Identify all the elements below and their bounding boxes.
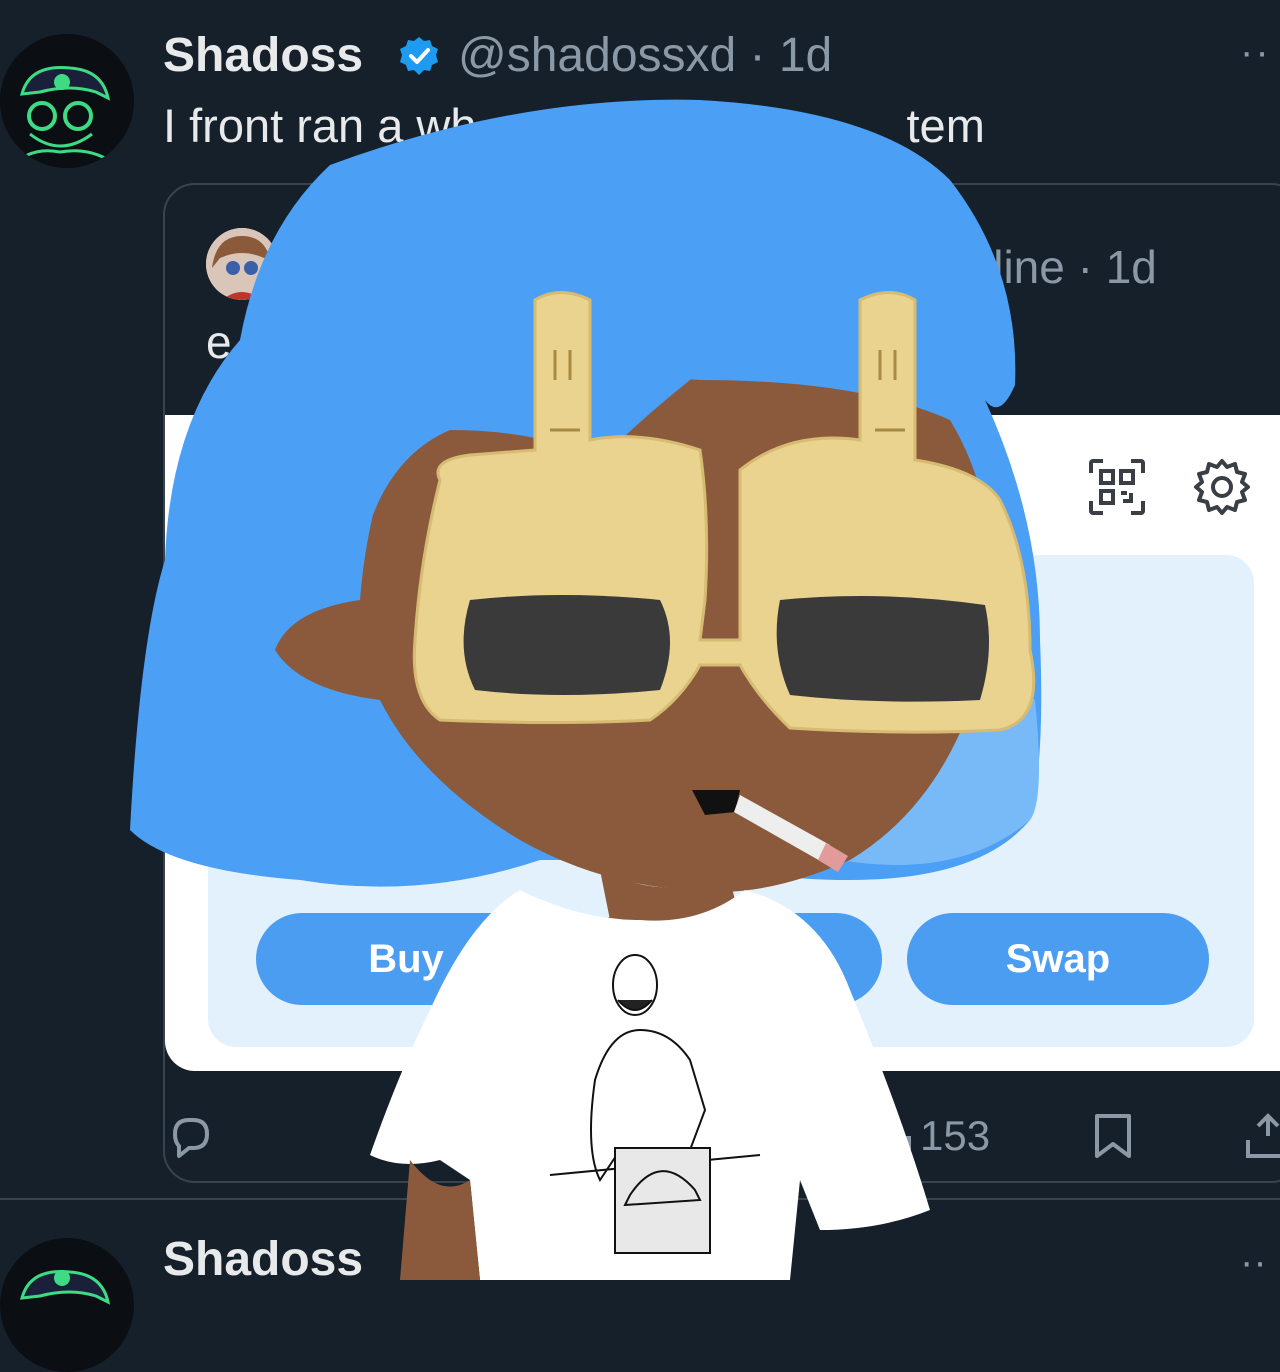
share-icon[interactable] — [1240, 1110, 1280, 1160]
next-author-avatar[interactable] — [0, 1238, 134, 1372]
reply-icon[interactable] — [165, 1112, 213, 1160]
views-count: 153 — [920, 1112, 991, 1159]
settings-icon[interactable] — [1190, 455, 1254, 519]
quoted-author-avatar[interactable] — [206, 228, 278, 300]
qr-code-icon[interactable] — [1085, 455, 1149, 519]
swap-button[interactable]: Swap — [907, 913, 1209, 1005]
author-avatar[interactable] — [0, 34, 134, 168]
tweet-text-start: I front ran a wh — [163, 99, 477, 152]
buy-button[interactable]: Buy — [256, 913, 556, 1005]
next-author-name[interactable]: Shadoss — [163, 1232, 363, 1287]
quoted-handle-time[interactable]: wline · 1d — [960, 240, 1157, 294]
sell-button[interactable] — [582, 913, 882, 1005]
author-name[interactable]: Shadoss — [163, 28, 363, 83]
next-more-icon[interactable]: ·· — [1240, 1240, 1267, 1285]
tweet-text: I front ran a wh tem — [163, 98, 985, 153]
views-icon[interactable] — [890, 1116, 916, 1156]
author-handle-time[interactable]: @shadossxd · 1d — [458, 28, 832, 83]
verified-badge-icon — [398, 35, 440, 77]
bookmark-icon[interactable] — [1093, 1112, 1133, 1160]
quoted-tweet-text: e — [206, 316, 232, 368]
tweet-divider — [0, 1198, 1280, 1200]
tweet-text-end: tem — [906, 99, 985, 152]
more-icon[interactable]: ·· — [1240, 30, 1271, 75]
